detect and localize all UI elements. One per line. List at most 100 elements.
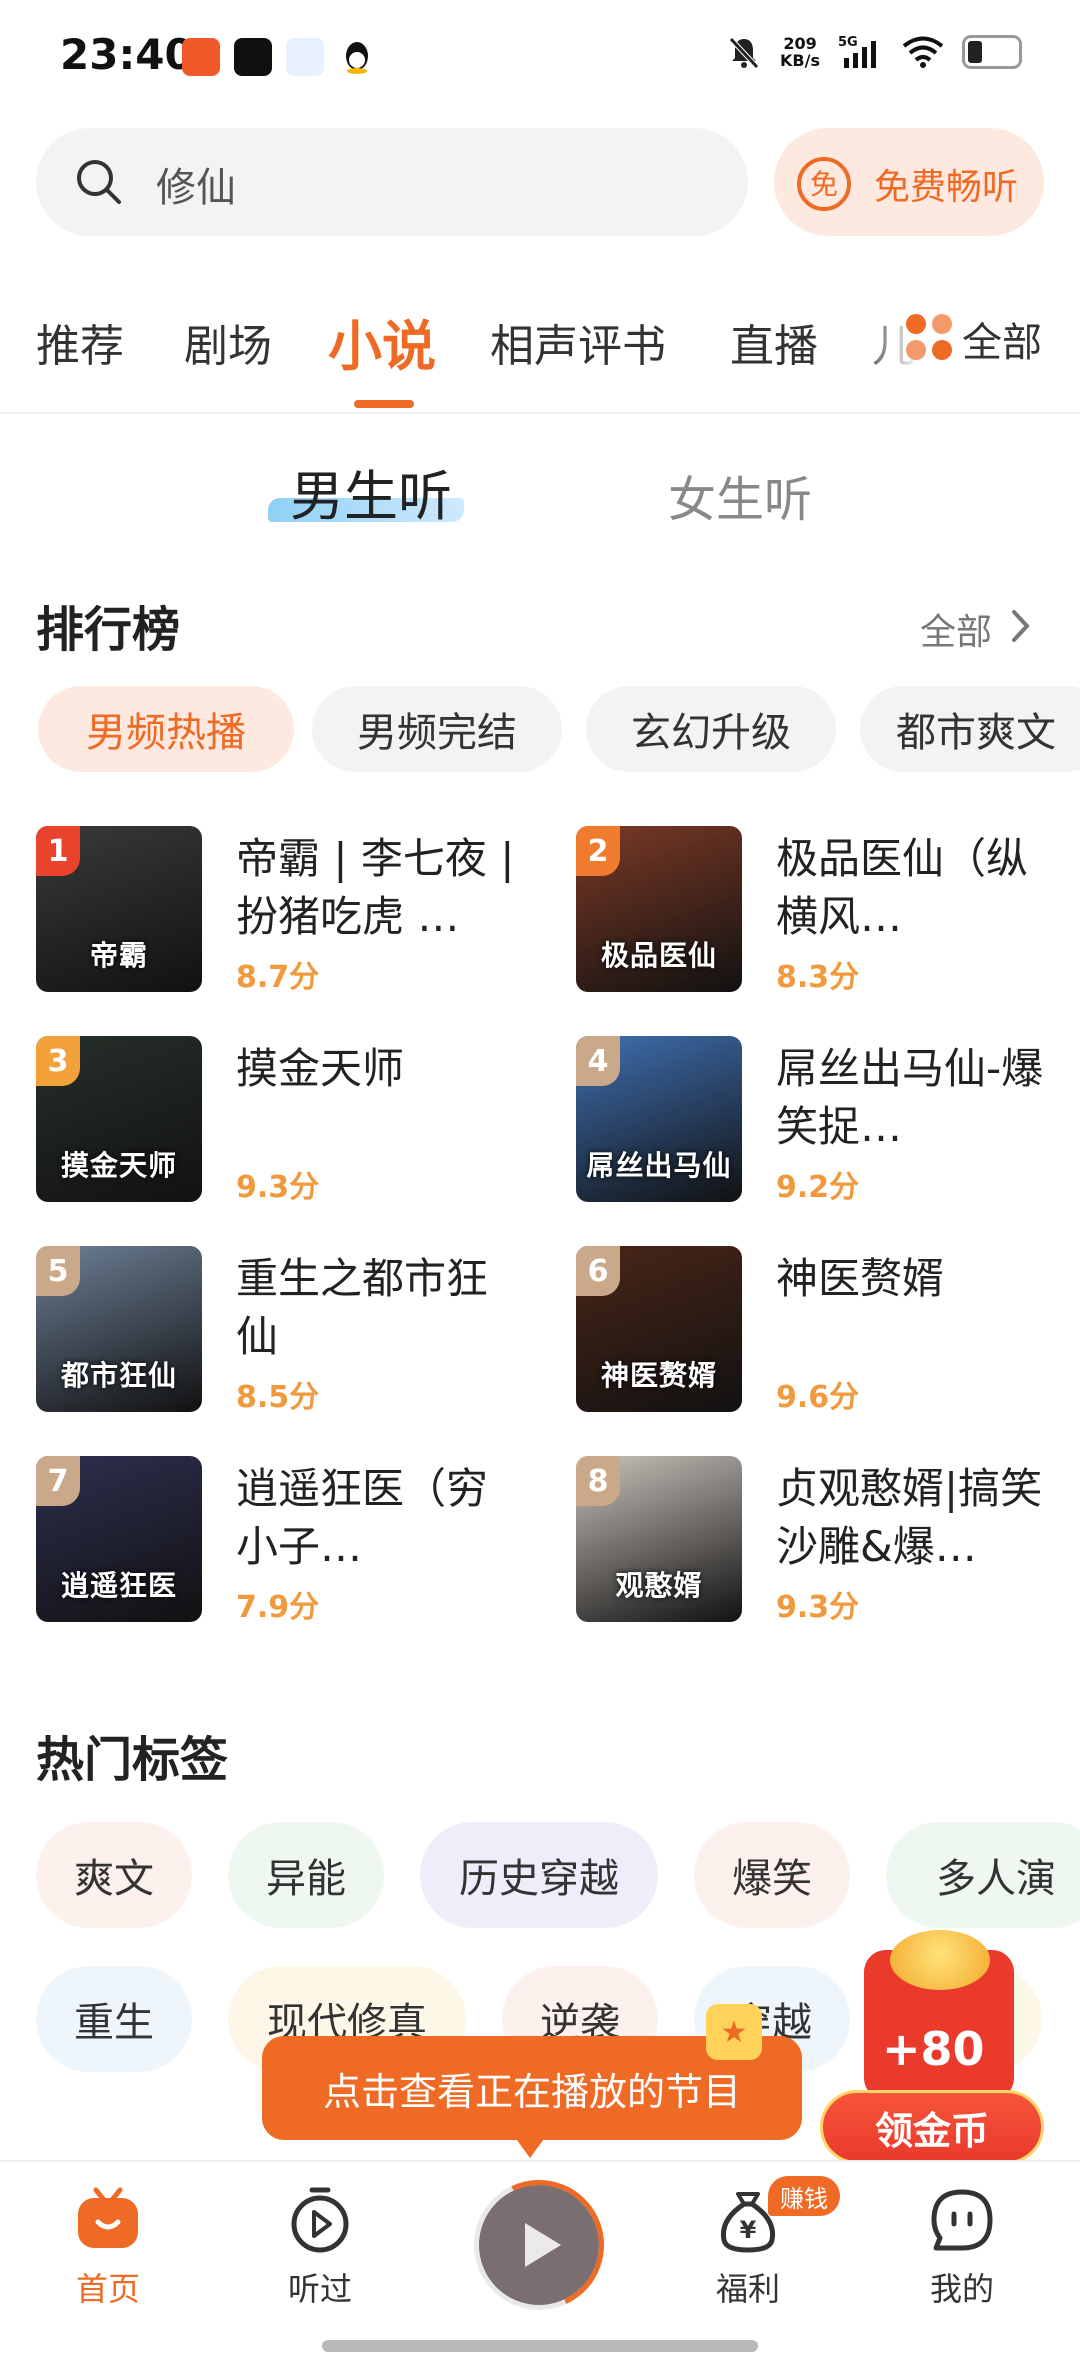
ranking-item[interactable]: 观憨婿 8 贞观憨婿|搞笑沙雕&爆… 9.3分 bbox=[576, 1456, 1076, 1626]
book-cover[interactable]: 逍遥狂医 7 bbox=[36, 1456, 202, 1622]
tab-crosstalk[interactable]: 相声评书 bbox=[490, 310, 666, 374]
ranking-item[interactable]: 都市狂仙 5 重生之都市狂仙 8.5分 bbox=[36, 1246, 536, 1416]
nav-welfare-label: 福利 bbox=[715, 2270, 780, 2308]
cover-title: 极品医仙 bbox=[600, 939, 717, 972]
ranking-item[interactable]: 极品医仙 2 极品医仙（纵横风… 8.3分 bbox=[576, 826, 1076, 996]
nav-home[interactable]: 首页 bbox=[38, 2184, 178, 2310]
rank-badge: 3 bbox=[36, 1036, 80, 1086]
all-categories-button[interactable]: 全部 bbox=[868, 300, 1080, 390]
ranking-more-link[interactable]: 全部 bbox=[920, 603, 992, 655]
svg-text:免: 免 bbox=[810, 168, 838, 201]
search-icon bbox=[77, 160, 121, 204]
book-score: 9.2分 bbox=[776, 1170, 860, 1205]
chip-male-finished[interactable]: 男频完结 bbox=[312, 686, 562, 772]
cover-title: 逍遥狂医 bbox=[60, 1569, 177, 1602]
book-cover[interactable]: 帝霸 1 bbox=[36, 826, 202, 992]
svg-text:5G: 5G bbox=[838, 35, 858, 50]
female-listen-tab[interactable]: 女生听 bbox=[668, 460, 812, 530]
search-bar[interactable]: 修仙 bbox=[36, 128, 748, 236]
ranking-item[interactable]: 帝霸 1 帝霸 | 李七夜 | 扮猪吃虎 … 8.7分 bbox=[36, 826, 536, 996]
hot-tags-title: 热门标签 bbox=[36, 1732, 229, 1788]
ximalaya-app-icon bbox=[182, 38, 220, 76]
nav-mine-label: 我的 bbox=[929, 2270, 994, 2308]
ranking-title: 排行榜 bbox=[36, 602, 181, 658]
ranking-item[interactable]: 神医赘婿 6 神医赘婿 9.6分 bbox=[576, 1246, 1076, 1416]
book-cover[interactable]: 观憨婿 8 bbox=[576, 1456, 742, 1622]
gold-coin-icon bbox=[890, 1930, 990, 1990]
nav-history-label: 听过 bbox=[287, 2270, 352, 2308]
book-cover[interactable]: 摸金天师 3 bbox=[36, 1036, 202, 1202]
book-cover[interactable]: 极品医仙 2 bbox=[576, 826, 742, 992]
book-title[interactable]: 极品医仙（纵横风… bbox=[776, 830, 1066, 946]
chip-fantasy[interactable]: 玄幻升级 bbox=[586, 686, 836, 772]
free-listen-label: 免费畅听 bbox=[874, 167, 1019, 208]
ranking-item[interactable]: 逍遥狂医 7 逍遥狂医（穷小子… 7.9分 bbox=[36, 1456, 536, 1626]
rank-badge: 1 bbox=[36, 826, 80, 876]
book-title[interactable]: 贞观憨婿|搞笑沙雕&爆… bbox=[776, 1460, 1066, 1576]
book-title[interactable]: 逍遥狂医（穷小子… bbox=[236, 1460, 526, 1576]
active-tab-indicator bbox=[354, 400, 414, 408]
cover-title: 帝霸 bbox=[89, 939, 148, 972]
book-title[interactable]: 重生之都市狂仙 bbox=[236, 1250, 526, 1366]
profile-face-icon bbox=[926, 2184, 998, 2256]
cover-title: 观憨婿 bbox=[615, 1569, 703, 1602]
status-right: 209 KB/s 5G bbox=[726, 34, 1022, 70]
wifi-icon bbox=[902, 36, 944, 68]
hot-tag-chip[interactable]: 重生 bbox=[36, 1966, 192, 2072]
ranking-item[interactable]: 屌丝出马仙 4 屌丝出马仙-爆笑捉… 9.2分 bbox=[576, 1036, 1076, 1206]
free-listen-button[interactable]: 免 免费畅听 bbox=[774, 128, 1044, 236]
book-title[interactable]: 帝霸 | 李七夜 | 扮猪吃虎 … bbox=[236, 830, 526, 946]
tooltip-tail bbox=[514, 2136, 546, 2158]
coin-amount: +80 bbox=[882, 2022, 985, 2076]
book-cover[interactable]: 屌丝出马仙 4 bbox=[576, 1036, 742, 1202]
hot-tag-chip[interactable]: 历史穿越 bbox=[420, 1822, 658, 1928]
claim-coins-button[interactable]: 领金币 bbox=[820, 2090, 1044, 2164]
book-score: 9.3分 bbox=[236, 1170, 320, 1205]
ranking-item[interactable]: 摸金天师 3 摸金天师 9.3分 bbox=[36, 1036, 536, 1206]
mute-bell-icon bbox=[729, 37, 759, 69]
signal-icon: 5G bbox=[838, 35, 876, 68]
nav-history[interactable]: 听过 bbox=[250, 2184, 390, 2310]
home-tv-icon bbox=[72, 2184, 144, 2256]
hot-tag-chip[interactable]: 多人演 bbox=[886, 1822, 1080, 1928]
rank-badge: 5 bbox=[36, 1246, 80, 1296]
home-indicator[interactable] bbox=[322, 2340, 758, 2352]
nav-home-label: 首页 bbox=[75, 2270, 140, 2308]
chip-male-hot[interactable]: 男频热播 bbox=[38, 686, 294, 772]
qq-app-icon bbox=[338, 38, 376, 76]
grid-dots-icon bbox=[906, 314, 952, 360]
book-score: 9.3分 bbox=[776, 1590, 860, 1625]
battery-icon bbox=[962, 35, 1022, 69]
rank-badge: 6 bbox=[576, 1246, 620, 1296]
rank-badge: 4 bbox=[576, 1036, 620, 1086]
book-title[interactable]: 神医赘婿 bbox=[776, 1250, 1066, 1308]
rank-badge: 7 bbox=[36, 1456, 80, 1506]
status-bar: 23:40 209 KB/s 5G bbox=[0, 0, 1080, 118]
book-cover[interactable]: 都市狂仙 5 bbox=[36, 1246, 202, 1412]
chevron-right-icon[interactable] bbox=[1010, 608, 1032, 644]
tab-theater[interactable]: 剧场 bbox=[184, 310, 272, 374]
play-timer-icon bbox=[284, 2184, 356, 2256]
now-playing-button[interactable] bbox=[455, 2161, 623, 2329]
rank-badge: 2 bbox=[576, 826, 620, 876]
hot-tag-chip[interactable]: 爆笑 bbox=[694, 1822, 850, 1928]
nav-mine[interactable]: 我的 bbox=[892, 2184, 1032, 2310]
cover-title: 神医赘婿 bbox=[600, 1359, 717, 1392]
book-score: 8.7分 bbox=[236, 960, 320, 995]
book-title[interactable]: 摸金天师 bbox=[236, 1040, 526, 1098]
svg-text:¥: ¥ bbox=[740, 2216, 757, 2244]
net-speed: 209 KB/s bbox=[780, 34, 820, 70]
book-cover[interactable]: 神医赘婿 6 bbox=[576, 1246, 742, 1412]
rank-badge: 8 bbox=[576, 1456, 620, 1506]
chip-urban[interactable]: 都市爽文 bbox=[860, 686, 1080, 772]
tab-live[interactable]: 直播 bbox=[730, 310, 818, 374]
search-input[interactable]: 修仙 bbox=[156, 155, 236, 213]
hot-tag-chip[interactable]: 异能 bbox=[228, 1822, 384, 1928]
message-app-icon bbox=[286, 38, 324, 76]
tab-novel[interactable]: 小说 bbox=[328, 302, 436, 381]
tab-recommend[interactable]: 推荐 bbox=[36, 310, 124, 374]
book-title[interactable]: 屌丝出马仙-爆笑捉… bbox=[776, 1040, 1066, 1156]
hot-tag-chip[interactable]: 爽文 bbox=[36, 1822, 192, 1928]
douyin-app-icon bbox=[234, 38, 272, 76]
male-listen-tab[interactable]: 男生听 bbox=[290, 452, 452, 531]
